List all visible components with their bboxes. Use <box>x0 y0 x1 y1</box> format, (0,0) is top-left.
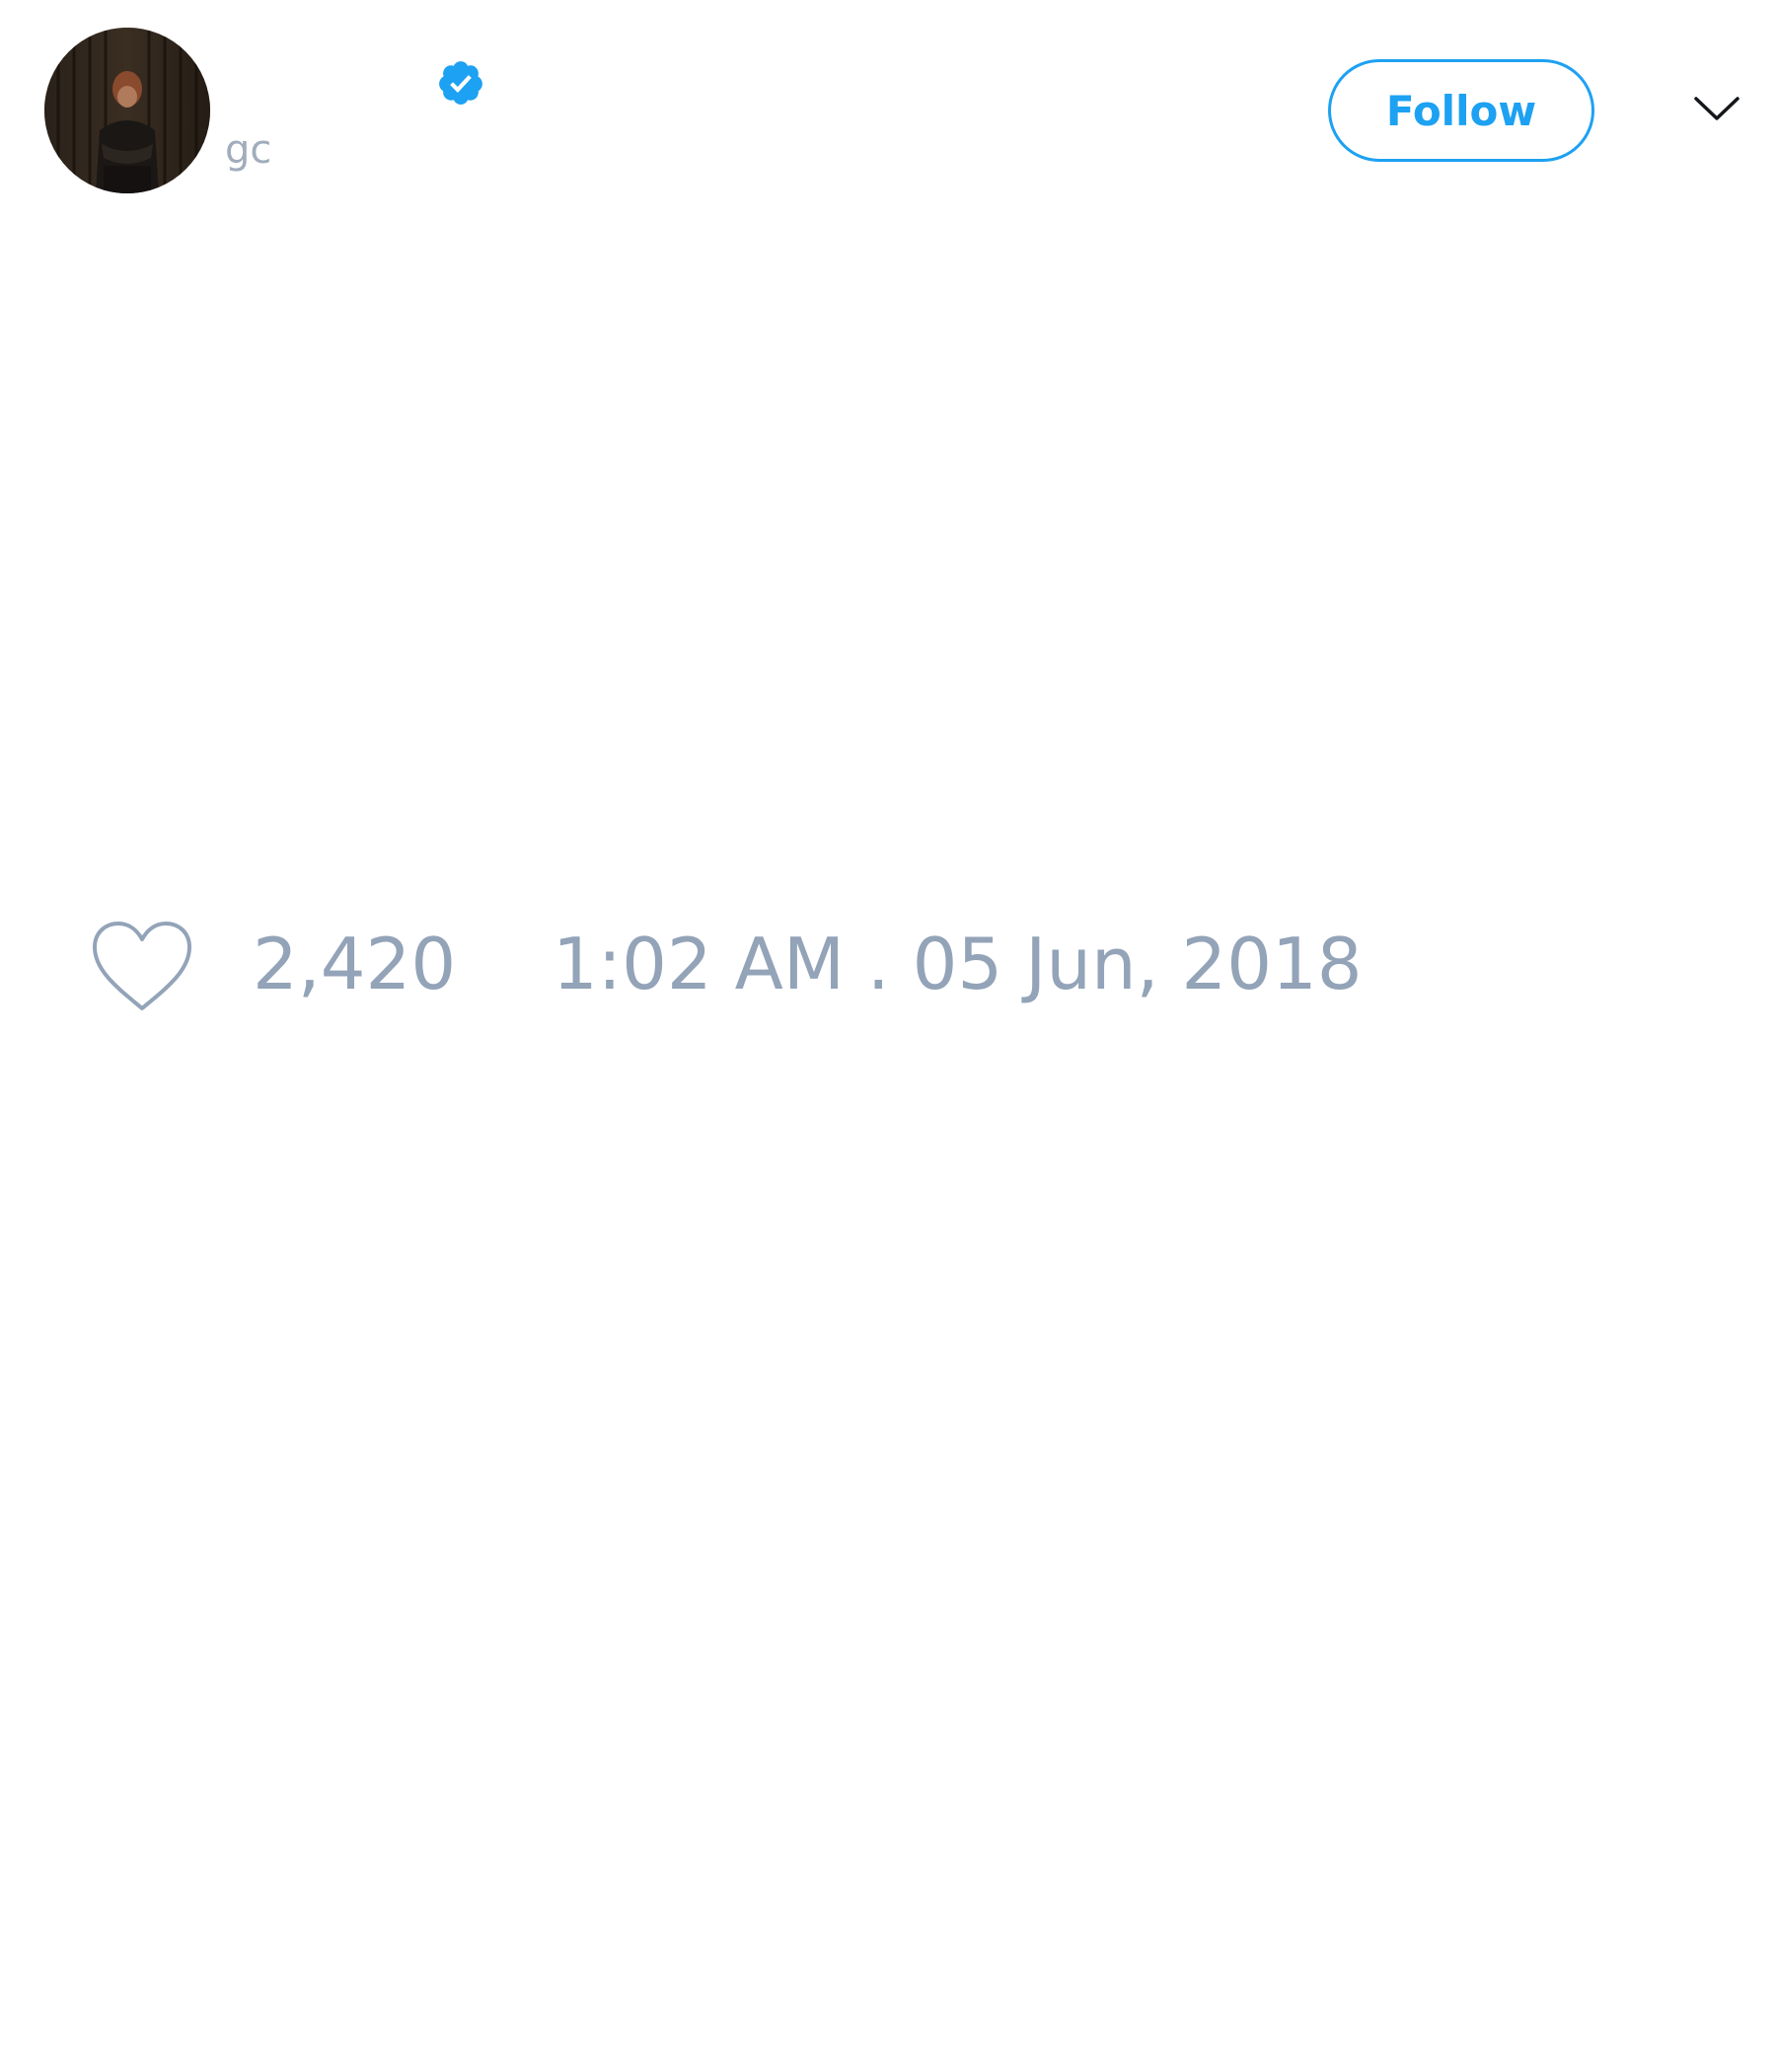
chevron-down-icon[interactable] <box>1692 89 1741 128</box>
tweet-timestamp[interactable]: 1:02 AM . 05 Jun, 2018 <box>553 922 1363 1006</box>
heart-icon[interactable] <box>89 918 195 1016</box>
verified-badge-icon <box>439 61 482 105</box>
avatar[interactable] <box>44 28 210 193</box>
like-count: 2,420 <box>253 923 457 1005</box>
user-handle[interactable]: gc <box>225 126 271 174</box>
follow-button[interactable]: Follow <box>1328 59 1594 162</box>
